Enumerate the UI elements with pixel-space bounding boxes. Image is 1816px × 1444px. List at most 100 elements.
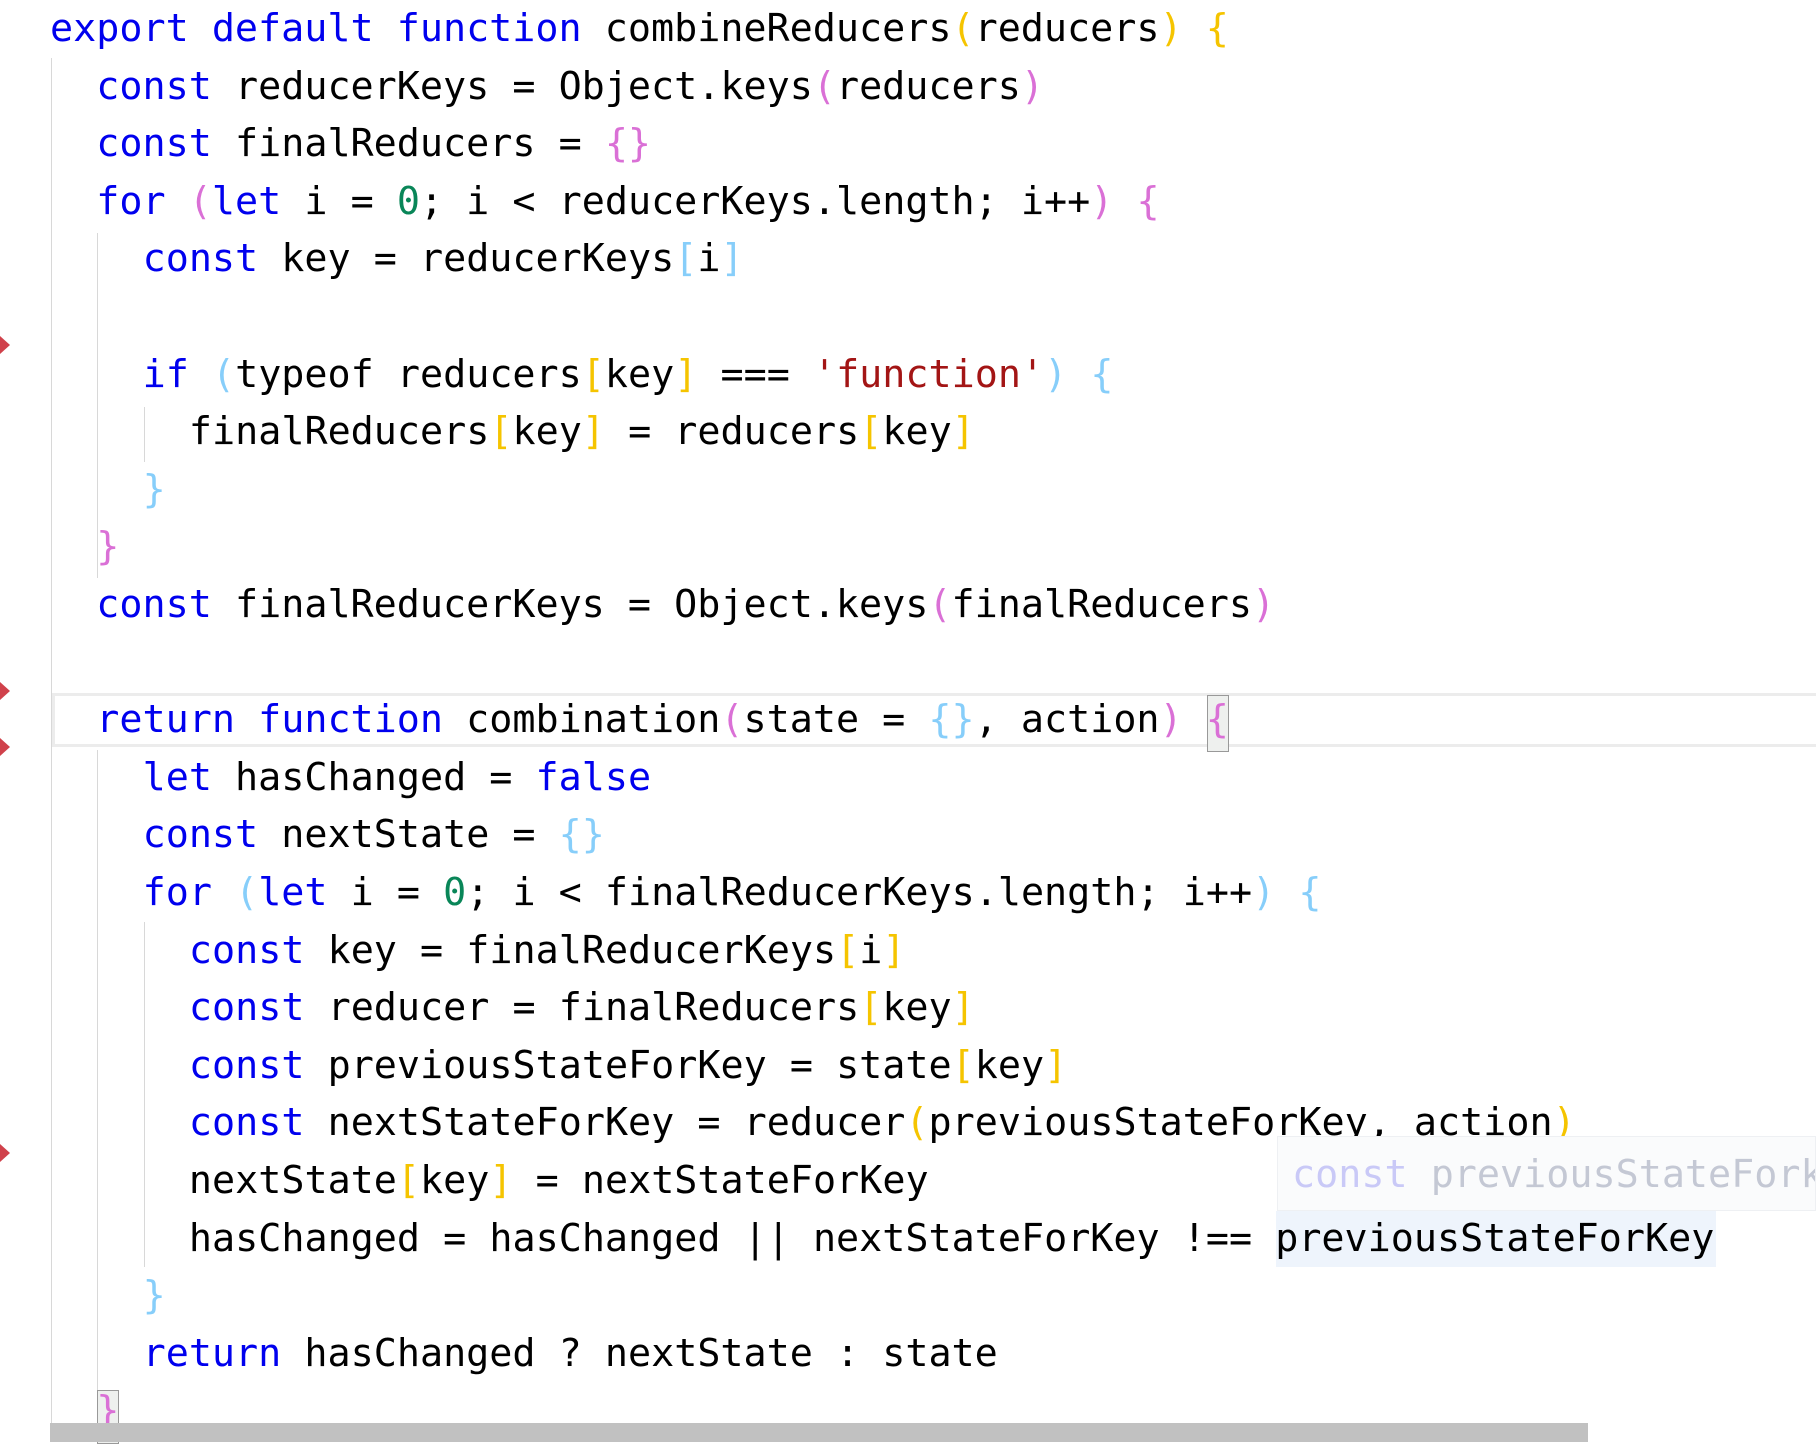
change-marker-icon[interactable] [0, 682, 10, 700]
keyword-token: for [96, 178, 166, 224]
code-editor[interactable]: export default function combineReducers(… [0, 0, 1816, 1444]
code-line[interactable]: } [143, 461, 166, 519]
bracket-token: ) [1020, 63, 1044, 109]
code-line[interactable]: const finalReducers = {} [96, 115, 651, 173]
bracket-token: ) [1252, 870, 1276, 915]
code-line[interactable]: for (let i = 0; i < finalReducerKeys.len… [143, 864, 1322, 922]
bracket-token: { [1205, 697, 1229, 743]
code-line[interactable]: const nextState = {} [143, 806, 605, 864]
code-line[interactable]: nextState[key] = nextStateForKey [189, 1152, 929, 1210]
bracket-token: { [1205, 6, 1229, 51]
keyword-token: let [211, 178, 282, 224]
keyword-token: const [142, 236, 259, 282]
bracket-token: } [142, 1273, 166, 1319]
change-marker-icon[interactable] [0, 1144, 10, 1162]
keyword-token: function [258, 697, 444, 743]
change-marker-icon[interactable] [0, 738, 10, 756]
code-line[interactable]: return hasChanged ? nextState : state [143, 1325, 998, 1383]
bracket-token: ] [581, 409, 605, 455]
code-line[interactable]: hasChanged = hasChanged || nextStateForK… [189, 1210, 1714, 1268]
bracket-token: ( [720, 697, 744, 743]
bracket-token: {} [604, 121, 652, 167]
tooltip-text: previousStateFork [1407, 1152, 1816, 1197]
string-token: 'function' [812, 351, 1045, 397]
bracket-token: {} [558, 812, 605, 858]
code-token: i = [281, 178, 397, 224]
keyword-token: let [258, 870, 328, 915]
code-line[interactable]: let hasChanged = false [143, 749, 652, 807]
code-token: key [882, 985, 952, 1031]
code-token: key = finalReducerKeys [304, 927, 837, 973]
keyword-token: const [96, 582, 212, 627]
bracket-token: } [96, 524, 120, 570]
bracket-token: [ [859, 985, 883, 1031]
code-line[interactable]: } [96, 518, 119, 576]
keyword-token: const [96, 63, 212, 109]
bracket-token: ( [928, 582, 952, 627]
bracket-token: ( [812, 63, 836, 109]
code-token: typeof reducers [235, 351, 582, 397]
bracket-token: ] [951, 985, 975, 1031]
bracket-token: [ [674, 236, 698, 282]
code-token: hasChanged = hasChanged || nextStateForK… [188, 1215, 1715, 1261]
code-line[interactable]: const reducer = finalReducers[key] [189, 979, 975, 1037]
code-line[interactable]: const finalReducerKeys = Object.keys(fin… [96, 576, 1275, 634]
bracket-token: } [142, 466, 166, 512]
keyword-token: export [50, 6, 189, 51]
code-token: reducerKeys = Object.keys [211, 63, 813, 109]
code-line[interactable]: const key = finalReducerKeys[i] [189, 922, 906, 980]
code-line[interactable]: for (let i = 0; i < reducerKeys.length; … [96, 173, 1159, 231]
code-token: combination [443, 697, 721, 743]
code-token: key [974, 1042, 1045, 1088]
horizontal-scrollbar[interactable] [50, 1423, 1588, 1442]
keyword-token: if [142, 351, 189, 397]
keyword-token: const [96, 121, 212, 167]
code-line[interactable]: const reducerKeys = Object.keys(reducers… [96, 58, 1044, 116]
code-line[interactable]: const previousStateForKey = state[key] [189, 1037, 1067, 1095]
code-token: = nextStateForKey [512, 1158, 929, 1203]
bracket-token: [ [396, 1158, 421, 1203]
bracket-token: [ [951, 1042, 975, 1088]
code-token: ; i < finalReducerKeys.length; i++ [466, 870, 1253, 915]
bracket-token: [ [836, 927, 860, 973]
bracket-token: ( [211, 351, 236, 397]
indent-guide [97, 750, 98, 1423]
code-token: reducers [835, 63, 1021, 109]
bracket-token: ( [235, 870, 259, 915]
code-token: hasChanged = [211, 754, 536, 800]
bracket-token: [ [859, 409, 883, 455]
keyword-token: default [211, 6, 374, 51]
bracket-token: ] [720, 236, 744, 282]
code-line[interactable]: export default function combineReducers(… [50, 0, 1229, 58]
code-token: finalReducers [188, 409, 490, 455]
bracket-token: ) [1252, 582, 1276, 627]
code-token: === [697, 351, 813, 397]
bracket-token: ] [882, 927, 906, 973]
bracket-token: ) [1090, 178, 1114, 224]
code-token: finalReducers = [211, 121, 605, 167]
code-token: finalReducerKeys = Object.keys [211, 582, 929, 627]
keyword-token: return [96, 697, 235, 743]
code-line[interactable]: if (typeof reducers[key] === 'function')… [143, 346, 1114, 404]
bracket-token: ] [1044, 1042, 1068, 1088]
keyword-token: const [188, 1100, 305, 1146]
code-line[interactable]: return function combination(state = {}, … [96, 691, 1229, 749]
code-token: nextState = [258, 812, 559, 858]
code-line[interactable]: const key = reducerKeys[i] [143, 230, 744, 288]
keyword-token: let [142, 754, 212, 800]
keyword-token: for [142, 870, 212, 915]
bracket-token: ( [951, 6, 975, 51]
code-token: = reducers [604, 409, 860, 455]
code-line[interactable]: } [143, 1267, 166, 1325]
code-line[interactable]: finalReducers[key] = reducers[key] [189, 403, 975, 461]
code-token: key = reducerKeys [258, 236, 675, 282]
change-marker-icon[interactable] [0, 336, 10, 354]
